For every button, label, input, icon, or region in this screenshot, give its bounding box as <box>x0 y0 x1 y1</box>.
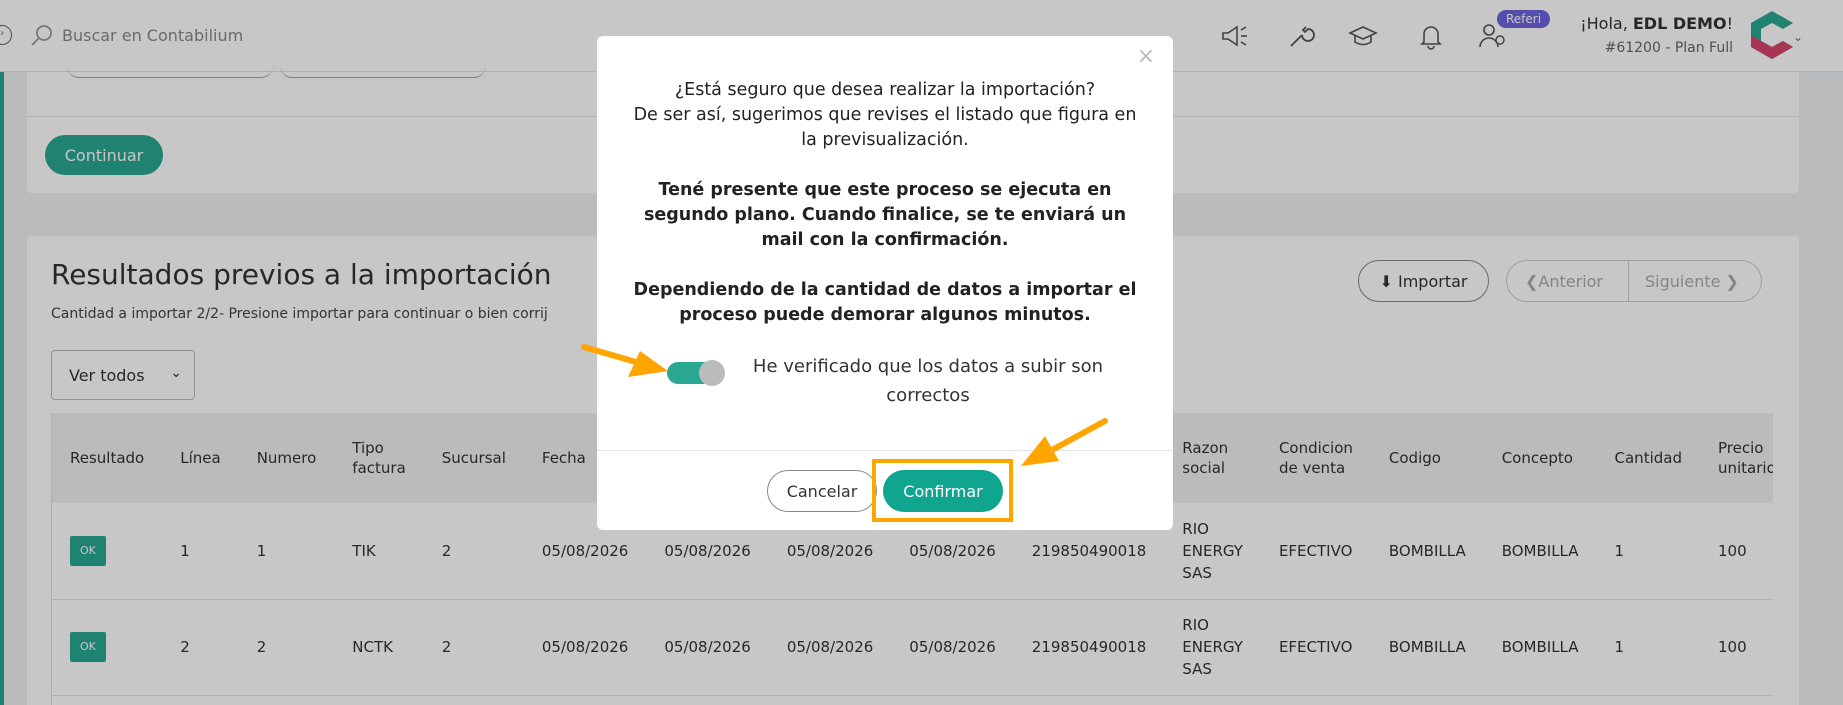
confirm-import-dialog: × ¿Está seguro que desea realizar la imp… <box>597 36 1173 530</box>
verify-data-label[interactable]: He verificado que los datos a subir son … <box>733 352 1123 410</box>
dialog-question: ¿Está seguro que desea realizar la impor… <box>633 80 1137 150</box>
confirm-highlight-box <box>872 459 1013 522</box>
dialog-message: ¿Está seguro que desea realizar la impor… <box>627 78 1143 353</box>
close-icon[interactable]: × <box>1137 44 1155 69</box>
duration-note: Dependiendo de la cantidad de datos a im… <box>633 280 1137 325</box>
background-process-note: Tené presente que este proceso se ejecut… <box>643 180 1127 250</box>
toggle-knob <box>699 360 725 386</box>
cancel-button[interactable]: Cancelar <box>767 470 877 512</box>
verify-data-toggle[interactable] <box>667 360 725 386</box>
